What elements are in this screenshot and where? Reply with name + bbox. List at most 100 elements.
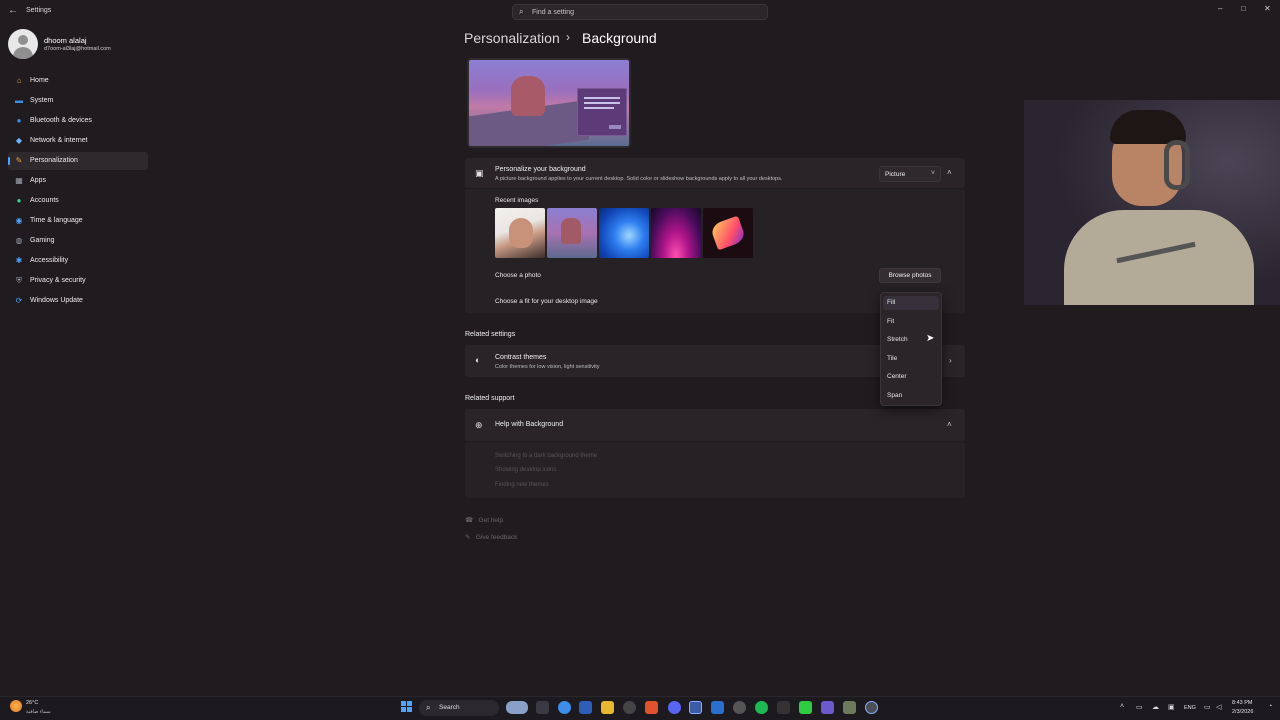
clock-date[interactable]: 2/3/2026: [1232, 709, 1253, 715]
language-indicator[interactable]: ENG: [1184, 705, 1196, 711]
maximize-button[interactable]: □: [1241, 4, 1246, 13]
steam-icon[interactable]: [579, 701, 592, 714]
settings-icon[interactable]: [865, 701, 878, 714]
chevron-up-icon[interactable]: ˄: [947, 420, 952, 429]
cloud-icon[interactable]: ☁: [1152, 703, 1159, 711]
sidebar-item-network[interactable]: ◆ Network & internet: [8, 132, 148, 150]
taskbar-search[interactable]: ⌕ Search: [419, 700, 499, 716]
related-settings-heading: Related settings: [465, 331, 516, 338]
sidebar-item-time-language[interactable]: ◉ Time & language: [8, 212, 148, 230]
notification-bell-icon[interactable]: ◔: [1268, 703, 1272, 710]
app-green-icon[interactable]: [799, 701, 812, 714]
sidebar-item-label: System: [30, 97, 54, 104]
background-type-select[interactable]: Picture ˅: [879, 166, 941, 182]
sidebar-item-apps[interactable]: ▦ Apps: [8, 172, 148, 190]
sidebar-item-system[interactable]: ▬ System: [8, 92, 148, 110]
app-icon[interactable]: [843, 701, 856, 714]
fit-option-tile[interactable]: Tile: [887, 355, 897, 362]
card-title: Contrast themes: [495, 354, 547, 361]
sidebar-item-label: Gaming: [30, 237, 55, 244]
chevron-down-icon: ˅: [930, 170, 935, 177]
brush-icon: ✎: [15, 156, 23, 165]
recent-image-thumbnail[interactable]: [703, 208, 753, 258]
help-link[interactable]: Switching to a dark background theme: [495, 453, 597, 459]
widgets-icon[interactable]: [536, 701, 549, 714]
get-help-label: Get help: [478, 517, 504, 524]
update-icon: ⟳: [15, 296, 23, 305]
sidebar-item-accessibility[interactable]: ✱ Accessibility: [8, 252, 148, 270]
sidebar-item-bluetooth[interactable]: ● Bluetooth & devices: [8, 112, 148, 130]
fit-option-center[interactable]: Center: [887, 373, 907, 380]
breadcrumb-parent[interactable]: Personalization: [464, 30, 560, 46]
network-tray-icon[interactable]: ▭: [1136, 703, 1143, 711]
weather-icon[interactable]: [10, 700, 22, 712]
card-subtitle: Color themes for low vision, light sensi…: [495, 364, 600, 370]
recent-image-thumbnail[interactable]: [651, 208, 701, 258]
search-icon: ⌕: [426, 703, 431, 712]
clock-time[interactable]: 8:43 PM: [1232, 700, 1252, 706]
bluetooth-icon: ●: [16, 116, 22, 125]
sidebar-item-label: Accessibility: [30, 257, 69, 264]
discord-icon[interactable]: [668, 701, 681, 714]
fit-option-stretch[interactable]: Stretch: [887, 336, 908, 343]
app-icon[interactable]: [711, 701, 724, 714]
sidebar-item-label: Time & language: [30, 217, 83, 224]
help-link[interactable]: Showing desktop icons: [495, 467, 556, 473]
sidebar-item-label: Accounts: [30, 197, 59, 204]
active-indicator: [8, 157, 10, 165]
give-feedback-link[interactable]: ✎ Give feedback: [465, 533, 517, 541]
recent-image-thumbnail[interactable]: [547, 208, 597, 258]
sidebar-item-accounts[interactable]: ● Accounts: [8, 192, 148, 210]
taskbar-search-label: Search: [439, 704, 460, 711]
fit-option-fit[interactable]: Fit: [887, 318, 894, 325]
give-feedback-label: Give feedback: [475, 534, 518, 541]
home-icon: ⌂: [16, 76, 22, 85]
help-icon: ☎: [465, 517, 474, 524]
get-help-link[interactable]: ☎ Get help: [465, 516, 503, 524]
fit-dropdown-menu[interactable]: Fill Fit Stretch Tile Center Span: [880, 292, 942, 406]
file-explorer-icon[interactable]: [601, 701, 614, 714]
chevron-up-icon[interactable]: ˄: [1120, 703, 1124, 710]
recent-image-thumbnail[interactable]: [495, 208, 545, 258]
fit-option-span[interactable]: Span: [887, 392, 902, 399]
active-app-icon[interactable]: [689, 701, 702, 714]
contrast-icon: ◐: [475, 355, 481, 365]
mouse-cursor-icon: ➤: [926, 333, 935, 344]
gaming-icon: ◍: [15, 236, 23, 245]
obs-icon[interactable]: [733, 701, 746, 714]
sidebar-item-privacy[interactable]: ⛨ Privacy & security: [8, 272, 148, 290]
brave-icon[interactable]: [645, 701, 658, 714]
task-view-icon[interactable]: [506, 701, 528, 714]
select-value: Picture: [885, 171, 906, 178]
github-icon[interactable]: [623, 701, 636, 714]
avatar[interactable]: [8, 29, 38, 59]
search-input[interactable]: ⌕ Find a setting: [512, 4, 768, 20]
app-tray-icon[interactable]: ▣: [1168, 703, 1175, 711]
recent-image-thumbnail[interactable]: [599, 208, 649, 258]
fit-option-fill[interactable]: Fill: [887, 299, 895, 306]
start-button[interactable]: [401, 701, 413, 713]
chevron-up-icon[interactable]: ˄: [947, 168, 952, 177]
spotify-icon[interactable]: [755, 701, 768, 714]
edge-browser-icon[interactable]: [558, 701, 571, 714]
back-arrow-icon[interactable]: ←: [8, 5, 18, 16]
capcut-icon[interactable]: [777, 701, 790, 714]
monitor-icon[interactable]: ▭: [1204, 703, 1211, 711]
accounts-icon: ●: [16, 196, 22, 205]
sidebar-item-gaming[interactable]: ◍ Gaming: [8, 232, 148, 250]
help-link[interactable]: Finding new themes: [495, 482, 549, 488]
shield-icon: ⛨: [16, 276, 22, 285]
search-icon: ⌕: [519, 7, 524, 16]
card-subtitle: A picture background applies to your cur…: [495, 176, 783, 182]
system-icon: ▬: [15, 96, 23, 105]
vscode-icon[interactable]: [821, 701, 834, 714]
close-button[interactable]: ✕: [1264, 4, 1271, 13]
help-with-background-card[interactable]: ⊕ Help with Background ˄: [465, 409, 965, 441]
browse-photos-button[interactable]: Browse photos: [879, 268, 941, 283]
page-title: Background: [582, 30, 657, 46]
sidebar-item-personalization[interactable]: ✎ Personalization: [8, 152, 148, 170]
minimize-button[interactable]: –: [1218, 4, 1222, 13]
sidebar-item-windows-update[interactable]: ⟳ Windows Update: [8, 292, 148, 310]
sidebar-item-home[interactable]: ⌂ Home: [8, 72, 148, 90]
speaker-icon[interactable]: ◁: [1216, 703, 1221, 711]
